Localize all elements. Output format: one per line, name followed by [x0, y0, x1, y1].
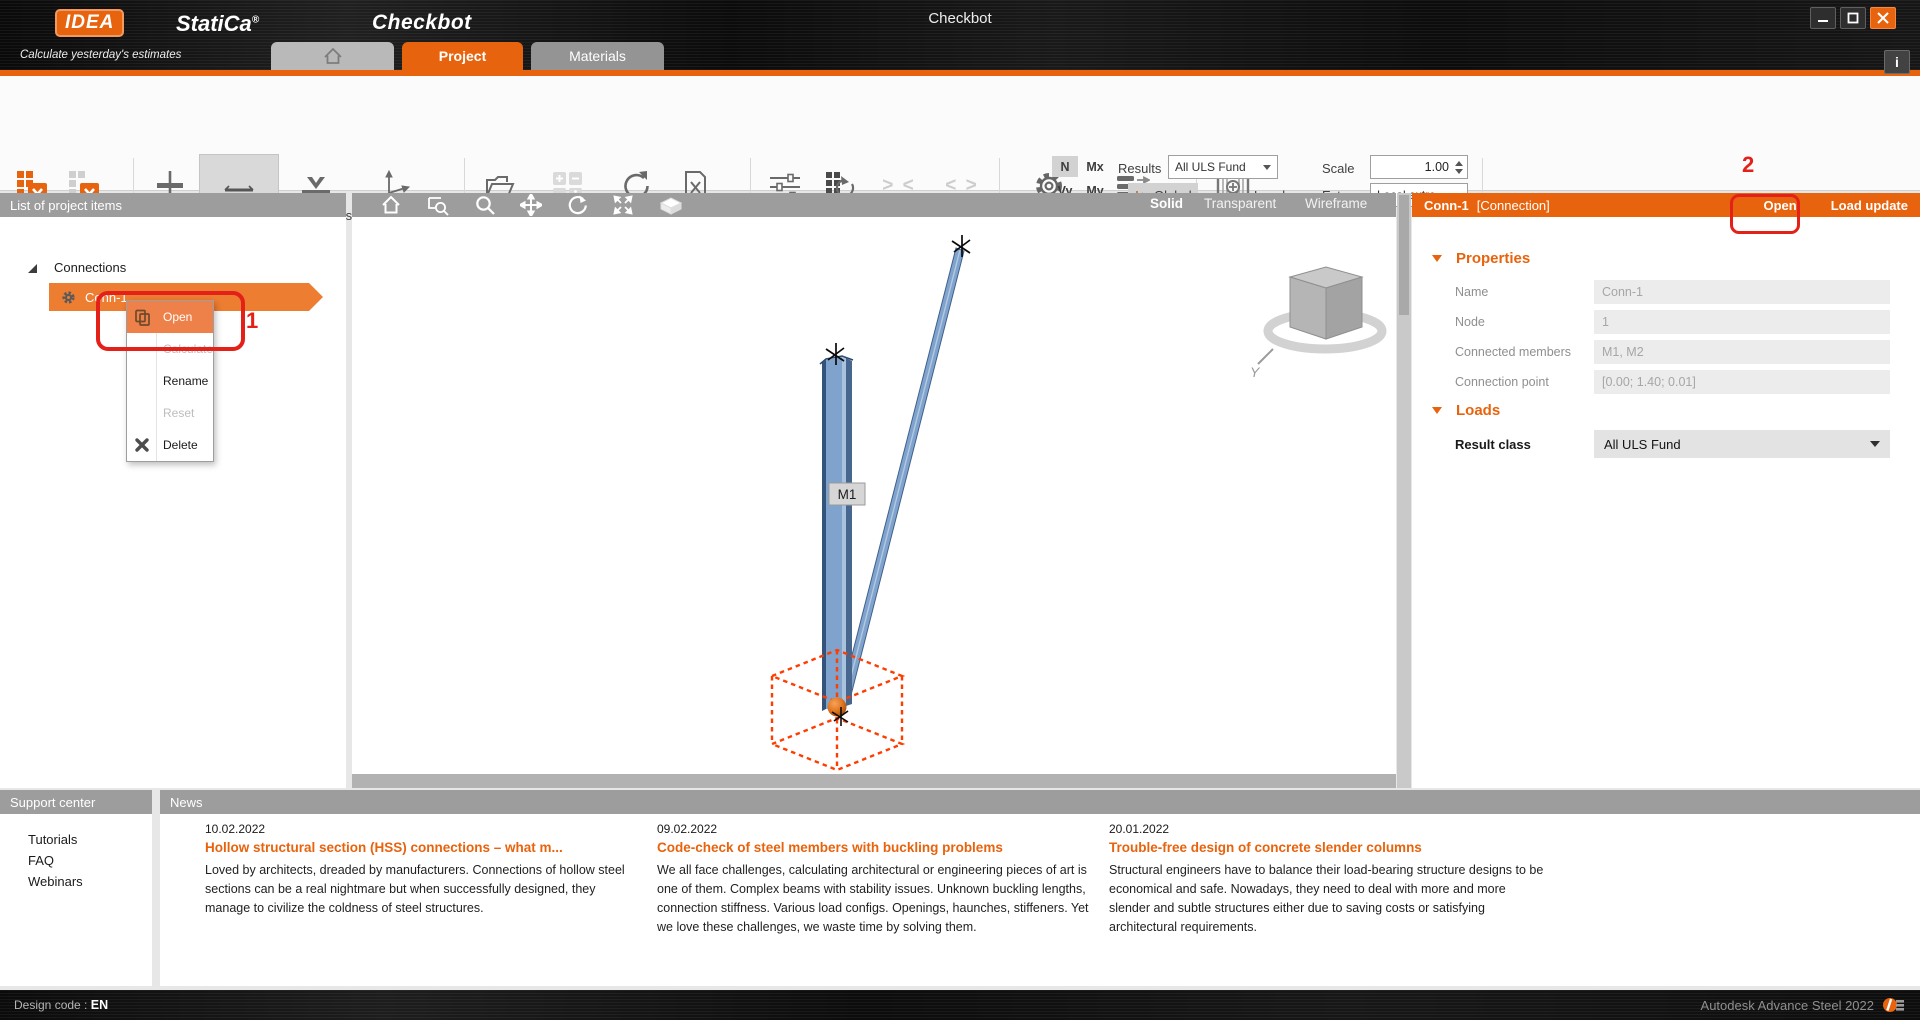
force-toggle-n[interactable]: N: [1052, 156, 1078, 177]
maximize-button[interactable]: [1840, 7, 1866, 29]
view-mode-wireframe[interactable]: Wireframe: [1305, 196, 1367, 211]
scrollbar-thumb[interactable]: [1399, 195, 1409, 315]
status-bar: Design code : EN Autodesk Advance Steel …: [0, 990, 1920, 1020]
pan-icon[interactable]: [520, 194, 542, 216]
collapse-triangle-icon: [1432, 407, 1442, 414]
scale-label: Scale: [1322, 162, 1355, 175]
advance-steel-logo-icon: [1882, 997, 1906, 1013]
minimize-button[interactable]: [1810, 7, 1836, 29]
news-body: Structural engineers have to balance the…: [1109, 861, 1545, 937]
tab-project[interactable]: Project: [402, 42, 523, 70]
menu-item-delete[interactable]: Delete: [127, 429, 213, 461]
tab-materials[interactable]: Materials: [531, 42, 664, 70]
expander-icon[interactable]: [26, 262, 38, 274]
view-mode-transparent[interactable]: Transparent: [1204, 196, 1276, 211]
info-button[interactable]: i: [1884, 50, 1910, 74]
news-body: Loved by architects, dreaded by manufact…: [205, 861, 641, 918]
news-date: 09.02.2022: [657, 822, 717, 836]
close-icon: [1877, 12, 1889, 24]
menu-item-reset[interactable]: Reset: [127, 397, 213, 429]
prop-label-node: Node: [1455, 315, 1485, 329]
viewport-canvas[interactable]: M1 Y: [352, 217, 1396, 788]
design-code: Design code : EN: [14, 998, 108, 1012]
close-button[interactable]: [1870, 7, 1896, 29]
connection-gear-icon: [61, 290, 76, 305]
rotate-icon[interactable]: [566, 194, 588, 216]
force-toggle-mx[interactable]: Mx: [1082, 156, 1108, 177]
detail-type: [Connection]: [1477, 198, 1550, 213]
link-webinars[interactable]: Webinars: [28, 874, 83, 889]
news-date: 20.01.2022: [1109, 822, 1169, 836]
host-application: Autodesk Advance Steel 2022: [1701, 997, 1906, 1013]
detail-panel-header: Conn-1 [Connection] Open Load update: [1412, 193, 1920, 217]
window-title: Checkbot: [0, 10, 1920, 27]
minimize-icon: [1817, 12, 1829, 24]
member-m2[interactable]: [839, 248, 964, 706]
detail-title: Conn-1: [1424, 198, 1469, 213]
prop-label-connected-members: Connected members: [1455, 345, 1571, 359]
viewport-bottom-bar: [352, 774, 1396, 788]
solid-box-icon[interactable]: [658, 195, 684, 215]
navigation-cube[interactable]: Y: [1250, 267, 1382, 380]
prop-value-connection-point: [0.00; 1.40; 0.01]: [1594, 370, 1890, 394]
svg-text:M1: M1: [838, 487, 857, 502]
link-tutorials[interactable]: Tutorials: [28, 832, 77, 847]
annotation-number-2: 2: [1742, 152, 1754, 178]
news-title[interactable]: Trouble-free design of concrete slender …: [1109, 840, 1422, 855]
view-home-icon[interactable]: [380, 194, 402, 216]
news-title[interactable]: Hollow structural section (HSS) connecti…: [205, 840, 563, 855]
spin-up-icon[interactable]: [1455, 161, 1463, 166]
home-icon: [322, 46, 344, 66]
link-faq[interactable]: FAQ: [28, 853, 54, 868]
prop-label-connection-point: Connection point: [1455, 375, 1549, 389]
zoom-icon[interactable]: [474, 194, 496, 216]
collapse-triangle-icon: [1432, 255, 1442, 262]
design-code-value: EN: [91, 998, 108, 1012]
load-update-button[interactable]: Load update: [1831, 198, 1908, 213]
scale-spinner[interactable]: 1.00: [1370, 155, 1468, 179]
result-class-label: Result class: [1455, 437, 1531, 452]
news-title[interactable]: Code-check of steel members with bucklin…: [657, 840, 1003, 855]
loads-section-header[interactable]: Loads: [1432, 402, 1500, 419]
brand-tagline: Calculate yesterday's estimates: [20, 49, 181, 61]
news-body: We all face challenges, calculating arch…: [657, 861, 1093, 937]
member-label: M1: [829, 483, 865, 505]
view-mode-solid[interactable]: Solid: [1150, 196, 1183, 211]
member-m1[interactable]: [820, 356, 853, 711]
ribbon: Bulk One Import Nodes Members Connection…: [0, 76, 1920, 191]
news-date: 10.02.2022: [205, 822, 265, 836]
results-label: Results: [1118, 162, 1161, 175]
properties-section-header[interactable]: Properties: [1432, 250, 1530, 267]
news-header: News: [160, 790, 1920, 814]
annotation-box-2: [1730, 194, 1800, 234]
support-center-header: Support center: [0, 790, 152, 814]
delete-x-icon: [134, 437, 150, 453]
annotation-number-1: 1: [246, 308, 258, 334]
result-class-dropdown[interactable]: All ULS Fund: [1594, 430, 1890, 458]
news-panel: 10.02.2022 Hollow structural section (HS…: [160, 814, 1920, 986]
support-center-panel: Tutorials FAQ Webinars: [0, 814, 152, 986]
results-dropdown[interactable]: All ULS Fund: [1168, 155, 1278, 179]
zoom-fit-icon[interactable]: [612, 194, 634, 216]
maximize-icon: [1847, 12, 1859, 24]
zoom-window-icon[interactable]: [426, 194, 450, 216]
tree-node-connections[interactable]: Connections: [26, 260, 126, 275]
prop-label-name: Name: [1455, 285, 1488, 299]
menu-item-rename[interactable]: Rename: [127, 365, 213, 397]
spin-down-icon[interactable]: [1455, 169, 1463, 174]
chevron-down-icon: [1263, 165, 1271, 170]
prop-value-node: 1: [1594, 310, 1890, 334]
chevron-down-icon: [1870, 441, 1880, 447]
project-items-header: List of project items: [0, 193, 346, 217]
tab-home[interactable]: [271, 42, 394, 70]
prop-value-name: Conn-1: [1594, 280, 1890, 304]
prop-value-connected-members: M1, M2: [1594, 340, 1890, 364]
axis-y-label: Y: [1250, 364, 1261, 380]
annotation-box-1: [96, 291, 245, 351]
3d-scene: M1 Y: [352, 217, 1396, 788]
